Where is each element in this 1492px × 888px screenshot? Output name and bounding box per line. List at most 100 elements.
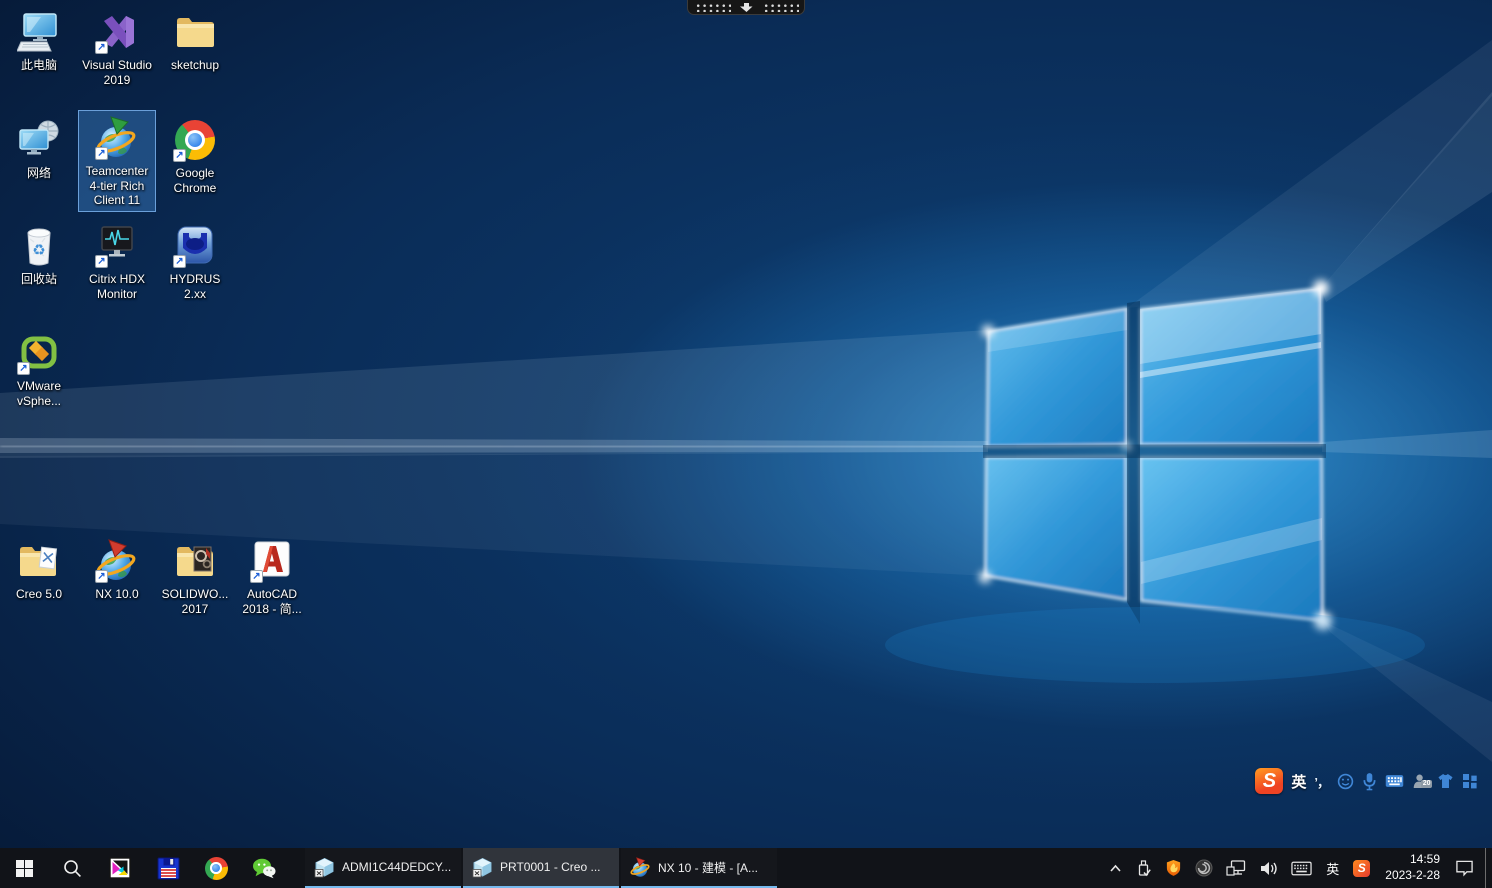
desktop-icon-label: 网络 <box>27 166 51 181</box>
clock-time: 14:59 <box>1385 852 1440 868</box>
pinned-graphics-app[interactable] <box>96 848 144 888</box>
autocad-icon: ↗ <box>249 538 295 584</box>
desktop-icon-vmware[interactable]: ↗ VMware vSphe... <box>0 325 78 412</box>
ime-language-indicator[interactable]: 英 <box>1323 859 1342 878</box>
creo-folder-icon <box>16 538 62 584</box>
toolbox-grid-icon[interactable] <box>1462 773 1478 789</box>
citrix-monitor-icon: ↗ <box>94 223 140 269</box>
desktop-icon-visual-studio[interactable]: ↗ Visual Studio 2019 <box>78 4 156 91</box>
grip-dots-left <box>694 2 731 12</box>
desktop-icon-label: 回收站 <box>21 272 57 287</box>
shortcut-arrow-badge: ↗ <box>250 570 263 583</box>
wechat-icon <box>252 857 276 879</box>
shortcut-arrow-badge: ↗ <box>95 41 108 54</box>
voice-input-icon[interactable] <box>1362 772 1377 791</box>
emoji-icon[interactable] <box>1337 773 1354 790</box>
soft-keyboard-icon[interactable] <box>1385 774 1404 788</box>
shortcut-arrow-badge: ↗ <box>173 149 186 162</box>
shortcut-arrow-badge: ↗ <box>95 255 108 268</box>
sogou-tray-icon[interactable]: S <box>1351 858 1372 879</box>
ime-mode-toggle[interactable]: 英 <box>1291 771 1306 792</box>
desktop-icon-label: Teamcenter 4-tier Rich Client 11 <box>80 164 154 208</box>
desktop-icon-network[interactable]: 网络 <box>0 112 78 185</box>
desktop-icon-this-pc[interactable]: 此电脑 <box>0 4 78 77</box>
desktop-icon-sketchup[interactable]: sketchup <box>156 4 234 77</box>
touch-keyboard-icon[interactable] <box>1289 859 1314 878</box>
teamcenter-icon: ↗ <box>94 115 140 161</box>
desktop-icon-hydrus[interactable]: ↗ HYDRUS 2.xx <box>156 218 234 305</box>
desktop-icon-label: AutoCAD 2018 - 简... <box>235 587 309 616</box>
desktop-icon-nx[interactable]: ↗ NX 10.0 <box>78 533 156 606</box>
grip-dots-right <box>762 2 799 12</box>
taskbar-window-title: PRT0001 - Creo ... <box>500 860 610 874</box>
spiral-utility-icon[interactable] <box>1193 857 1215 879</box>
pinned-floppy-app[interactable] <box>144 848 192 888</box>
taskbar-clock[interactable]: 14:59 2023-2-28 <box>1381 852 1444 883</box>
desktop-icon-label: Citrix HDX Monitor <box>80 272 154 301</box>
vmware-vsphere-icon: ↗ <box>16 330 62 376</box>
taskbar-window-buttons: ADMI1C44DEDCY... PRT0001 - Creo ... <box>305 848 779 888</box>
volume-icon[interactable] <box>1257 858 1280 879</box>
nx-icon: ↗ <box>94 538 140 584</box>
shortcut-arrow-badge: ↗ <box>173 255 186 268</box>
windows-logo-icon <box>16 860 33 877</box>
nx-icon <box>630 857 651 878</box>
shortcut-arrow-badge: ↗ <box>17 362 30 375</box>
creo-cube-icon <box>472 857 493 878</box>
taskbar-window-prt0001[interactable]: PRT0001 - Creo ... <box>463 848 619 888</box>
start-button[interactable] <box>0 848 48 888</box>
hydrus-icon: ↗ <box>172 223 218 269</box>
tray-overflow-chevron[interactable] <box>1107 862 1124 875</box>
action-center-button[interactable] <box>1453 857 1476 879</box>
punctuation-toggle[interactable]: ’， <box>1314 772 1329 791</box>
desktop-icon-label: Visual Studio 2019 <box>80 58 154 87</box>
desktop-icon-citrix-hdx[interactable]: ↗ Citrix HDX Monitor <box>78 218 156 305</box>
show-desktop-button[interactable] <box>1485 848 1490 888</box>
member-account-icon[interactable]: 20 <box>1412 773 1429 789</box>
shortcut-arrow-badge: ↗ <box>95 147 108 160</box>
recycle-bin-icon: ♻ <box>16 223 62 269</box>
desktop-icon-solidworks[interactable]: SOLIDWO... 2017 <box>156 533 234 620</box>
desktop-icon-recycle-bin[interactable]: ♻ 回收站 <box>0 218 78 291</box>
desktop-icon-chrome[interactable]: ↗ Google Chrome <box>156 112 234 199</box>
system-tray: 英 S 14:59 2023-2-28 <box>1107 848 1492 888</box>
antivirus-shield-icon[interactable] <box>1163 857 1184 879</box>
taskbar: ADMI1C44DEDCY... PRT0001 - Creo ... <box>0 848 1492 888</box>
desktop-icon-teamcenter[interactable]: ↗ Teamcenter 4-tier Rich Client 11 <box>78 110 156 212</box>
sogou-ime-toolbar: S 英 ’， 20 <box>1253 766 1480 796</box>
pinned-chrome[interactable] <box>192 848 240 888</box>
chevron-down-icon <box>740 3 753 12</box>
svg-text:♻: ♻ <box>32 242 45 259</box>
desktop-icon-label: SOLIDWO... 2017 <box>158 587 232 616</box>
solidworks-folder-icon <box>172 538 218 584</box>
floppy-disk-app-icon <box>157 857 180 880</box>
desktop-icon-autocad[interactable]: ↗ AutoCAD 2018 - 简... <box>233 533 311 620</box>
desktop-icon-label: 此电脑 <box>21 58 57 73</box>
desktop-icon-label: Google Chrome <box>158 166 232 195</box>
graphics-app-icon <box>109 857 131 879</box>
taskbar-window-title: ADMI1C44DEDCY... <box>342 860 452 874</box>
member-badge: 20 <box>1421 780 1432 788</box>
desktop-icon-creo[interactable]: Creo 5.0 <box>0 533 78 606</box>
skin-theme-icon[interactable] <box>1437 773 1454 789</box>
pinned-wechat[interactable] <box>240 848 288 888</box>
safely-remove-usb-icon[interactable] <box>1133 857 1154 880</box>
desktop-icon-label: HYDRUS 2.xx <box>158 272 232 301</box>
remote-session-pull-tab[interactable] <box>687 0 805 15</box>
shortcut-arrow-badge: ↗ <box>95 570 108 583</box>
screen: 此电脑 ↗ Visual Studio 2019 <box>0 0 1492 888</box>
chrome-icon: ↗ <box>172 117 218 163</box>
desktop-icon-label: Creo 5.0 <box>16 587 62 602</box>
taskbar-window-admi[interactable]: ADMI1C44DEDCY... <box>305 848 461 888</box>
this-pc-icon <box>16 9 62 55</box>
search-icon <box>63 859 82 878</box>
desktop-icon-label: NX 10.0 <box>95 587 138 602</box>
search-button[interactable] <box>48 848 96 888</box>
taskbar-window-nx10[interactable]: NX 10 - 建模 - [A... <box>621 848 777 888</box>
desktop[interactable]: 此电脑 ↗ Visual Studio 2019 <box>0 0 1492 848</box>
desktop-icon-label: sketchup <box>171 58 219 73</box>
ethernet-network-icon[interactable] <box>1224 857 1248 879</box>
folder-icon <box>172 9 218 55</box>
sogou-logo-icon[interactable]: S <box>1255 768 1283 794</box>
visual-studio-icon: ↗ <box>94 9 140 55</box>
